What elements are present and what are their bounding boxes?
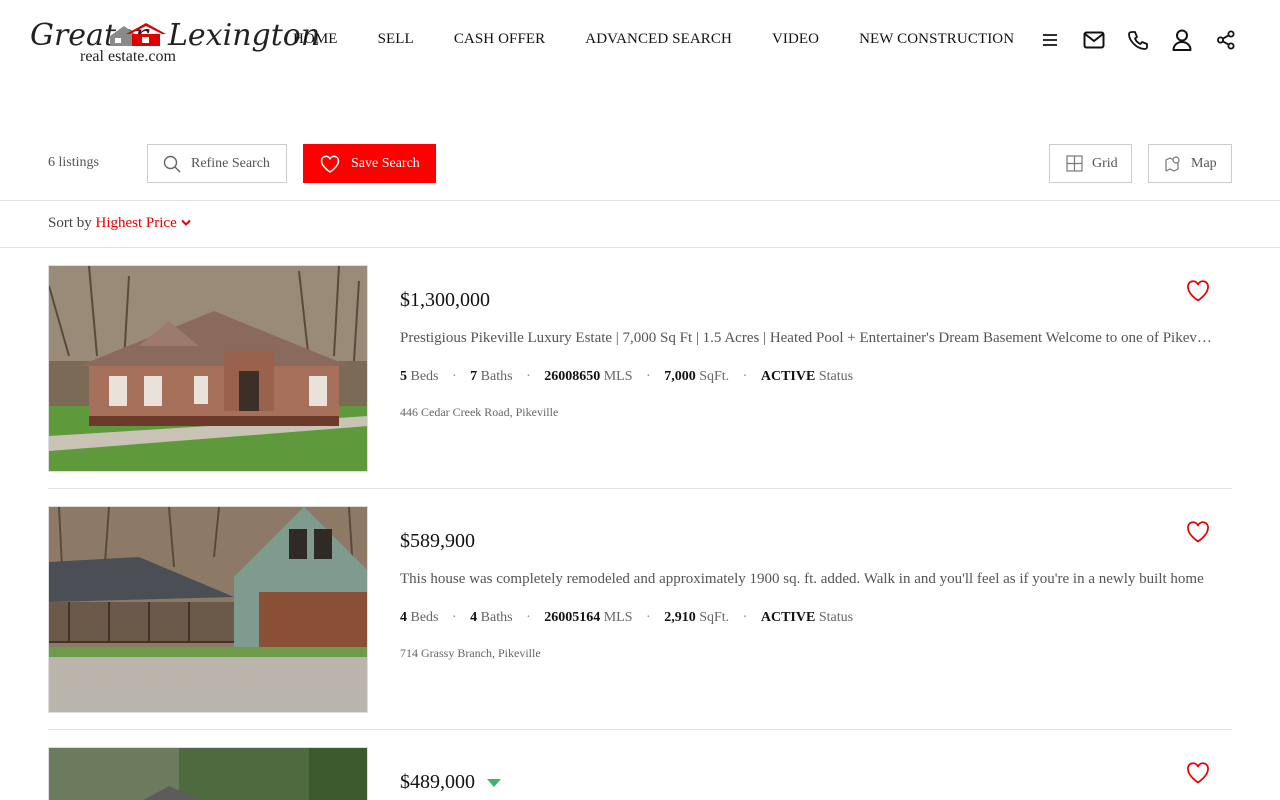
meta-separator: · [526, 369, 531, 384]
baths-value: 7 [470, 369, 478, 384]
listing-card[interactable]: $489,000 [48, 730, 1232, 800]
status-label: Status [818, 369, 854, 384]
listing-count: 6 listings [48, 155, 99, 170]
nav-cash-offer[interactable]: CASH OFFER [454, 31, 545, 48]
nav-home[interactable]: HOME [293, 31, 338, 48]
meta-separator: · [452, 369, 457, 384]
sort-label: Sort by [48, 215, 92, 231]
save-search-button[interactable]: Save Search [303, 144, 436, 183]
listing-card[interactable]: $1,300,000 Prestigious Pikeville Luxury … [48, 248, 1232, 489]
heart-icon [320, 155, 340, 173]
meta-separator: · [452, 610, 457, 625]
header-icons [1038, 28, 1258, 52]
listing-photo[interactable] [48, 265, 368, 472]
grid-view-label: Grid [1092, 155, 1118, 171]
listing-price: $489,000 [400, 771, 501, 794]
map-view-button[interactable]: Map [1148, 144, 1232, 183]
grid-view-button[interactable]: Grid [1049, 144, 1132, 183]
sort-control: Sort by Highest Price [48, 215, 191, 232]
nav-video[interactable]: VIDEO [772, 31, 819, 48]
meta-separator: · [742, 610, 748, 625]
listing-price: $1,300,000 [400, 289, 490, 311]
meta-separator: · [646, 369, 651, 384]
mls-label: MLS [603, 369, 633, 384]
grid-icon [1066, 155, 1083, 172]
sqft-value: 2,910 [664, 610, 696, 625]
meta-separator: · [526, 610, 531, 625]
results-toolbar: 6 listings Refine Search Save Search Gri… [0, 144, 1280, 184]
favorite-heart-icon[interactable] [1186, 762, 1210, 786]
divider [0, 200, 1280, 201]
share-icon[interactable] [1214, 28, 1238, 52]
sqft-value: 7,000 [664, 369, 696, 384]
nav-advanced-search[interactable]: ADVANCED SEARCH [585, 31, 732, 48]
sqft-label: SqFt. [699, 369, 730, 384]
listing-meta: 4 Beds · 4 Baths · 26005164 MLS · 2,910 … [400, 610, 853, 626]
status-value: ACTIVE [760, 369, 816, 384]
nav-new-construction[interactable]: NEW CONSTRUCTION [859, 31, 1014, 48]
listing-description: Prestigious Pikeville Luxury Estate | 7,… [400, 330, 1215, 346]
logo-house-icon [110, 23, 166, 46]
chevron-down-icon [180, 219, 191, 226]
price-reduced-icon [487, 779, 501, 788]
search-icon [163, 155, 181, 172]
mls-value: 26008650 [544, 369, 601, 384]
meta-separator: · [646, 610, 651, 625]
nav-sell[interactable]: SELL [378, 31, 414, 48]
site-logo[interactable]: Greater Lexington real estate.com [30, 18, 320, 68]
beds-value: 5 [400, 369, 407, 384]
baths-label: Baths [480, 369, 513, 384]
user-icon[interactable] [1170, 28, 1194, 52]
map-view-label: Map [1191, 155, 1217, 171]
listing-address: 446 Cedar Creek Road, Pikeville [400, 405, 559, 419]
listing-photo[interactable] [48, 747, 368, 800]
mls-label: MLS [603, 610, 633, 625]
favorite-heart-icon[interactable] [1186, 280, 1210, 304]
sqft-label: SqFt. [699, 610, 730, 625]
listing-photo[interactable] [48, 506, 368, 713]
status-label: Status [818, 610, 854, 625]
sort-value: Highest Price [95, 215, 177, 231]
save-search-label: Save Search [351, 155, 420, 171]
refine-search-button[interactable]: Refine Search [147, 144, 287, 183]
beds-value: 4 [400, 610, 407, 625]
mail-icon[interactable] [1082, 28, 1106, 52]
baths-label: Baths [480, 610, 513, 625]
map-icon [1165, 156, 1180, 172]
listing-description: This house was completely remodeled and … [400, 571, 1204, 587]
status-value: ACTIVE [760, 610, 816, 625]
phone-icon[interactable] [1126, 28, 1150, 52]
listing-price-value: $489,000 [400, 771, 475, 793]
favorite-heart-icon[interactable] [1186, 521, 1210, 545]
listing-address: 714 Grassy Branch, Pikeville [400, 646, 541, 660]
logo-subtitle: real estate.com [80, 48, 176, 65]
baths-value: 4 [470, 610, 478, 625]
site-header: Greater Lexington real estate.com HOME S… [0, 0, 1280, 80]
refine-search-label: Refine Search [191, 155, 270, 171]
sort-dropdown[interactable]: Highest Price [96, 215, 191, 231]
beds-label: Beds [410, 610, 439, 625]
menu-icon[interactable] [1038, 28, 1062, 52]
mls-value: 26005164 [544, 610, 601, 625]
listing-card[interactable]: $589,900 This house was completely remod… [48, 489, 1232, 730]
listing-meta: 5 Beds · 7 Baths · 26008650 MLS · 7,000 … [400, 369, 853, 385]
main-nav: HOME SELL CASH OFFER ADVANCED SEARCH VID… [293, 31, 1054, 48]
meta-separator: · [742, 369, 748, 384]
listing-price: $589,900 [400, 530, 475, 552]
beds-label: Beds [410, 369, 439, 384]
